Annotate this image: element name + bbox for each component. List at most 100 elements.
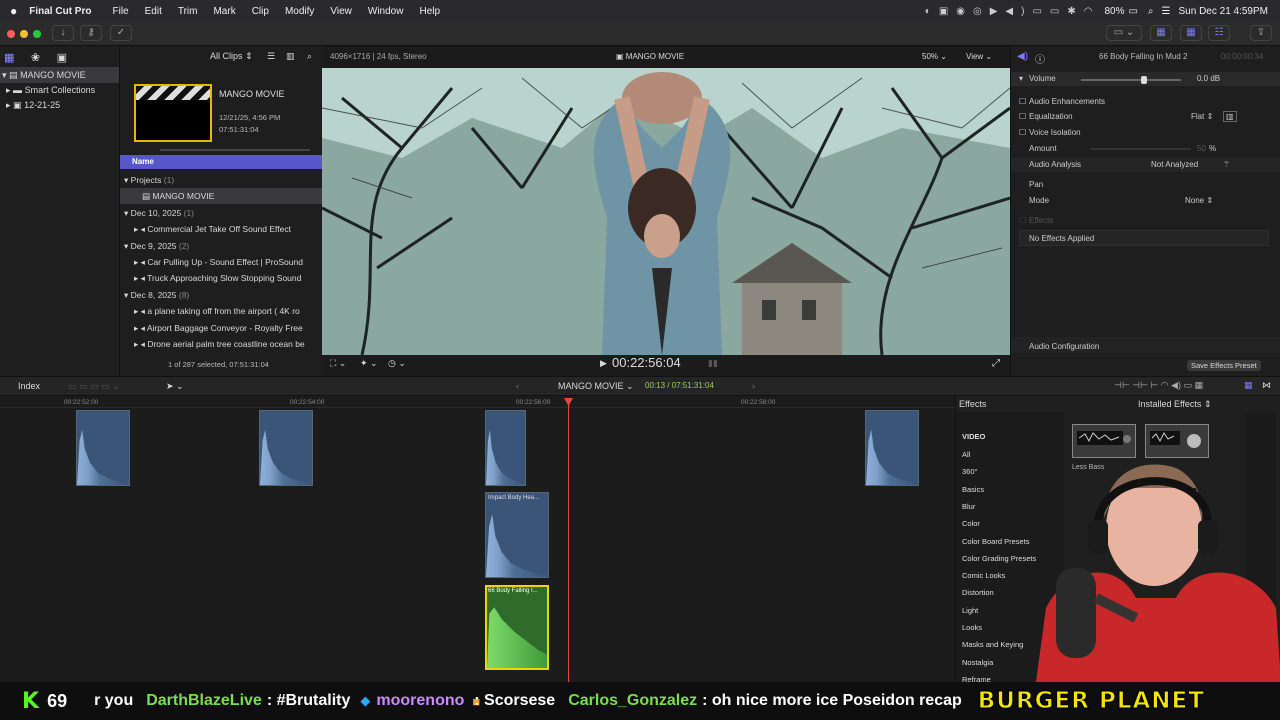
show-inspector-button[interactable]: ☷: [1208, 25, 1230, 41]
disclosure-icon[interactable]: ▾: [124, 290, 128, 300]
browser-clip-row[interactable]: ▸ ◂ Truck Approaching Slow Stopping Soun…: [120, 270, 323, 286]
search-icon[interactable]: ⌕: [1148, 6, 1154, 17]
volume-slider-knob[interactable]: [1141, 76, 1147, 84]
effects-category-item[interactable]: Color: [962, 519, 980, 528]
save-effects-preset-button[interactable]: Save Effects Preset: [1187, 360, 1261, 371]
video-frame[interactable]: [322, 68, 1010, 355]
audio-clip[interactable]: [865, 410, 919, 486]
effects-category-item[interactable]: Light: [962, 606, 978, 615]
volume-disclosure-icon[interactable]: ▾: [1019, 74, 1023, 83]
timecode-display[interactable]: 00:22:56:04: [612, 355, 681, 370]
show-timeline-button[interactable]: ▦: [1180, 25, 1202, 41]
share-button[interactable]: ⇪: [1250, 25, 1272, 41]
magic-wand-icon[interactable]: ⚚: [1223, 160, 1230, 169]
disclosure-icon[interactable]: ▾: [124, 175, 128, 185]
equalization-toggle[interactable]: ☐: [1019, 112, 1026, 121]
apple-icon[interactable]: ●: [10, 4, 17, 18]
timeline-tools-icons[interactable]: ⊣⊢ ⊣⊢ ⊢ ◠ ◀) ▭ ▦: [1114, 380, 1203, 391]
browser-group-row[interactable]: ▾ Dec 9, 2025 (2): [120, 238, 323, 254]
project-thumbnail[interactable]: [134, 84, 212, 142]
browser-group-row[interactable]: ▾ Projects (1): [120, 172, 323, 188]
close-window-button[interactable]: [7, 30, 15, 38]
effects-toggle[interactable]: ☐: [1019, 216, 1026, 225]
installed-effects-popup[interactable]: Installed Effects ⇕: [1138, 399, 1211, 410]
zoom-popup[interactable]: 50% ⌄: [922, 52, 947, 61]
audio-inspector-tab-icon[interactable]: ◀): [1017, 51, 1028, 62]
filmstrip-icon[interactable]: ▥: [286, 51, 295, 62]
zoom-window-button[interactable]: [33, 30, 41, 38]
app-menu[interactable]: Final Cut Pro: [29, 6, 91, 17]
disclosure-icon[interactable]: ▸: [134, 257, 138, 267]
disclosure-icon[interactable]: ▸: [6, 85, 11, 95]
select-tool-icon[interactable]: ➤ ⌄: [166, 381, 184, 392]
effects-category-item[interactable]: Nostalgia: [962, 658, 993, 667]
disclosure-icon[interactable]: ▸: [134, 273, 138, 283]
effects-category-item[interactable]: Looks: [962, 623, 982, 632]
voice-isolation-toggle[interactable]: ☐: [1019, 128, 1026, 137]
menu-mark[interactable]: Mark: [213, 6, 235, 17]
workspace-button[interactable]: ▭ ⌄: [1106, 25, 1142, 41]
audio-clip[interactable]: [76, 410, 130, 486]
effects-category-item[interactable]: Color Board Presets: [962, 537, 1030, 546]
libraries-tab-icon[interactable]: ▦: [4, 52, 14, 64]
volume-slider[interactable]: [1081, 79, 1181, 81]
search-icon[interactable]: ⌕: [307, 51, 312, 62]
browser-clip-row[interactable]: ▤ MANGO MOVIE: [120, 188, 323, 205]
forward-arrow-icon[interactable]: ›: [752, 381, 755, 391]
play-button[interactable]: ▶: [600, 358, 607, 369]
menu-file[interactable]: File: [112, 6, 128, 17]
show-browser-button[interactable]: ▦: [1150, 25, 1172, 41]
transitions-button[interactable]: ⋈: [1262, 380, 1271, 391]
index-button[interactable]: Index: [18, 381, 40, 391]
menu-clip[interactable]: Clip: [252, 6, 269, 17]
status-icons[interactable]: ◐▣◉◎▶◀)▭▭✱◠: [925, 6, 1101, 17]
event-row[interactable]: ▸ ▣ 12-21-25: [0, 97, 119, 113]
browser-clip-row[interactable]: ▸ ◂ a plane taking off from the airport …: [120, 303, 323, 319]
timeline-ruler[interactable]: 00:22:52:00 00:22:54:00 00:22:56:00 00:2…: [0, 396, 955, 408]
disclosure-icon[interactable]: ▾: [124, 241, 128, 251]
disclosure-icon[interactable]: ▾: [124, 208, 128, 218]
effects-browser-button[interactable]: ▦: [1244, 380, 1253, 391]
menu-edit[interactable]: Edit: [145, 6, 162, 17]
effects-category-item[interactable]: Masks and Keying: [962, 640, 1023, 649]
disclosure-icon[interactable]: ▸: [134, 339, 138, 349]
view-popup[interactable]: View ⌄: [966, 52, 992, 61]
eq-graph-button[interactable]: ▥: [1223, 111, 1237, 122]
effects-category-item[interactable]: Blur: [962, 502, 975, 511]
menu-window[interactable]: Window: [368, 6, 404, 17]
speed-tool-icon[interactable]: ◷ ⌄: [388, 358, 406, 369]
audio-clip-impact[interactable]: Impact Body Hea...: [485, 492, 549, 578]
audio-clip-selected[interactable]: 66 Body Falling I...: [485, 585, 549, 670]
menu-modify[interactable]: Modify: [285, 6, 314, 17]
audio-clip[interactable]: [259, 410, 313, 486]
browser-group-row[interactable]: ▾ Dec 10, 2025 (1): [120, 205, 323, 221]
disclosure-icon[interactable]: ▸: [134, 323, 138, 333]
clip-appearance-icons[interactable]: ▭ ▭ ▭ ▭ ⌄: [68, 381, 120, 392]
disclosure-icon[interactable]: ▸: [134, 224, 138, 234]
battery-icon[interactable]: ▭: [1128, 6, 1137, 17]
info-tab-icon[interactable]: ⓘ: [1035, 51, 1045, 66]
audio-clip[interactable]: [485, 410, 526, 486]
disclosure-icon[interactable]: ▸: [134, 306, 138, 316]
menu-view[interactable]: View: [330, 6, 352, 17]
timeline[interactable]: 00:22:52:00 00:22:54:00 00:22:56:00 00:2…: [0, 396, 955, 682]
back-arrow-icon[interactable]: ‹: [516, 381, 519, 391]
smart-collections-row[interactable]: ▸ ▬ Smart Collections: [0, 82, 119, 98]
clip-filter-popup[interactable]: All Clips ⇕: [210, 51, 253, 62]
browser-group-row[interactable]: ▾ Dec 8, 2025 (8): [120, 287, 323, 303]
amount-slider[interactable]: [1091, 148, 1191, 150]
clock[interactable]: Sun Dec 21 4:59PM: [1179, 6, 1269, 17]
equalization-popup[interactable]: Flat ⇕: [1191, 112, 1213, 121]
view-options-icon[interactable]: ☰: [267, 51, 275, 62]
background-tasks-button[interactable]: ✓: [110, 25, 132, 41]
menu-help[interactable]: Help: [419, 6, 440, 17]
audio-configuration-label[interactable]: Audio Configuration: [1029, 342, 1099, 351]
effects-category-item[interactable]: Distortion: [962, 588, 994, 597]
amount-value[interactable]: 50: [1197, 144, 1206, 153]
minimize-window-button[interactable]: [20, 30, 28, 38]
effects-category-item[interactable]: Basics: [962, 485, 984, 494]
titles-tab-icon[interactable]: ▣: [57, 52, 67, 64]
disclosure-icon[interactable]: ▸: [6, 100, 11, 110]
effects-category-item[interactable]: Comic Looks: [962, 571, 1005, 580]
browser-clip-row[interactable]: ▸ ◂ Car Pulling Up - Sound Effect | ProS…: [120, 254, 323, 270]
